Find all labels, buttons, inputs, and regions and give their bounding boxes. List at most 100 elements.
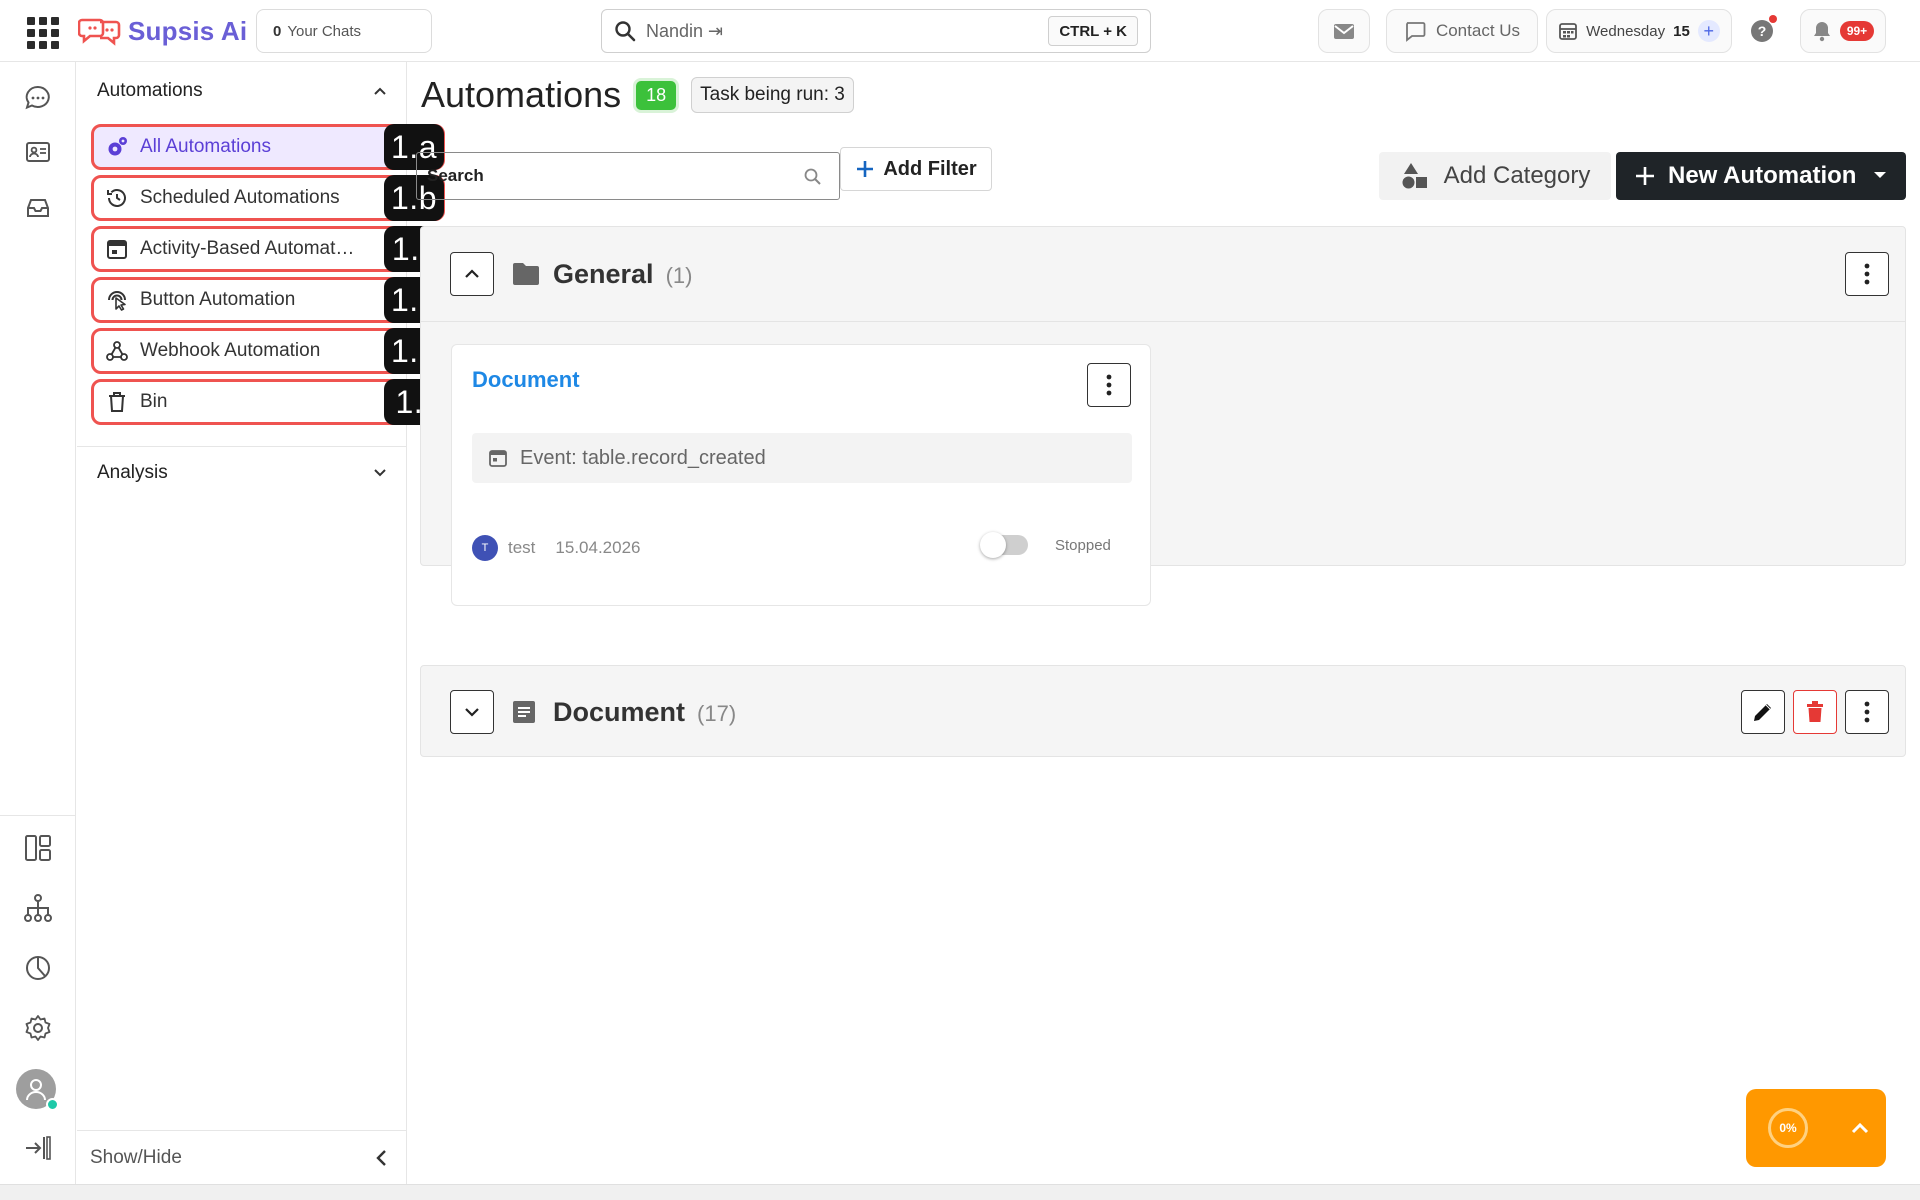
inbox-icon[interactable] — [20, 190, 56, 226]
flow-tree-icon[interactable] — [20, 890, 56, 926]
sidebar-item-webhook-automation[interactable]: Webhook Automation 1.e — [91, 328, 445, 374]
page-title: Automations — [421, 74, 622, 115]
settings-gear-icon[interactable] — [20, 1010, 56, 1046]
your-chats-button[interactable]: 0 Your Chats — [256, 9, 432, 53]
dropdown-caret-icon[interactable] — [1874, 172, 1886, 178]
analytics-icon[interactable] — [20, 950, 56, 986]
user-avatar-icon[interactable] — [16, 1069, 59, 1111]
webhook-icon — [104, 338, 130, 364]
sidebar-item-button-automation[interactable]: Button Automation 1.d — [91, 277, 445, 323]
logout-icon[interactable] — [20, 1130, 56, 1166]
add-category-button[interactable]: Add Category — [1379, 152, 1611, 200]
delete-group-button[interactable] — [1793, 690, 1837, 734]
card-more-options-button[interactable] — [1087, 363, 1131, 407]
automation-card-title[interactable]: Document — [472, 367, 580, 393]
contact-us-button[interactable]: Contact Us — [1386, 9, 1538, 53]
event-trigger-box: Event: table.record_created — [472, 433, 1132, 483]
edit-group-button[interactable] — [1741, 690, 1785, 734]
add-category-label: Add Category — [1443, 162, 1591, 189]
automation-status-text: Stopped — [1055, 537, 1111, 554]
shapes-icon — [1402, 163, 1427, 189]
chevron-up-icon — [374, 87, 386, 95]
expand-group-button[interactable] — [450, 690, 494, 734]
sidebar-item-bin[interactable]: Bin 1.f — [91, 379, 445, 425]
group-more-options-button[interactable] — [1845, 252, 1889, 296]
sidebar-item-all-automations[interactable]: All Automations 1.a — [91, 124, 445, 170]
automation-search-box — [416, 152, 840, 200]
message-icon — [1406, 22, 1426, 42]
chevron-down-icon — [465, 708, 479, 717]
card-date: 15.04.2026 — [555, 538, 641, 557]
group-more-options-button[interactable] — [1845, 690, 1889, 734]
pencil-icon — [1754, 704, 1771, 721]
event-trigger-text: Event: table.record_created — [520, 446, 766, 469]
chat-bubble-icon[interactable] — [20, 80, 56, 116]
brand-name: Supsis Ai — [128, 15, 248, 46]
add-filter-button[interactable]: Add Filter — [840, 147, 992, 191]
bell-icon — [1813, 22, 1830, 42]
collapse-group-button[interactable] — [450, 252, 494, 296]
app-grid-icon[interactable] — [24, 14, 59, 49]
card-footer: T test 15.04.2026 Stopped — [472, 532, 1112, 563]
global-search-value: Nandin ⇥ — [646, 20, 724, 41]
date-day: Wednesday — [1586, 22, 1666, 40]
automations-section-title: Automations — [97, 80, 203, 101]
group-name-text: General — [553, 258, 654, 289]
more-vertical-icon — [1106, 374, 1112, 396]
sidebar-item-label: All Automations — [140, 136, 271, 157]
sidebar-item-activity-based-automations[interactable]: Activity-Based Automat… 1.c — [91, 226, 445, 272]
sidebar-item-scheduled-automations[interactable]: Scheduled Automations 1.b — [91, 175, 445, 221]
dashboard-icon[interactable] — [20, 830, 56, 866]
progress-percent: 0% — [1779, 1121, 1797, 1135]
new-automation-button[interactable]: New Automation — [1616, 152, 1906, 200]
search-icon — [804, 168, 821, 185]
chats-count: 0 — [273, 22, 282, 40]
search-shortcut-hint: CTRL + K — [1048, 16, 1138, 46]
sidebar-item-label: Activity-Based Automat… — [140, 238, 355, 259]
history-clock-icon — [104, 185, 130, 211]
analysis-section-title: Analysis — [97, 462, 168, 483]
brand-logo[interactable]: Supsis Ai — [78, 12, 247, 50]
automation-group-document: Document (17) — [420, 665, 1906, 757]
progress-widget[interactable]: 0% — [1746, 1089, 1886, 1167]
automations-section-header[interactable]: Automations — [97, 76, 387, 106]
analysis-section-header[interactable]: Analysis — [97, 458, 387, 488]
show-hide-label: Show/Hide — [90, 1146, 182, 1168]
chevron-down-icon — [374, 469, 386, 477]
chevron-left-icon — [376, 1149, 386, 1166]
help-button[interactable]: ? — [1740, 9, 1784, 53]
notifications-count-badge: 99+ — [1839, 21, 1875, 41]
add-filter-label: Add Filter — [883, 157, 977, 180]
mail-icon — [1334, 24, 1354, 39]
automation-search-input[interactable] — [427, 166, 787, 186]
group-header: General (1) — [421, 227, 1905, 321]
automation-status-toggle[interactable] — [980, 532, 1028, 558]
automation-group-general: General (1) Document Event: table.record_… — [420, 226, 1906, 606]
main-content: Automations 18 Task being run: 3 Add Fil… — [408, 62, 1920, 1184]
calendar-grid-icon — [1559, 23, 1578, 40]
contact-card-icon[interactable] — [20, 134, 56, 170]
show-hide-toggle[interactable]: Show/Hide — [77, 1130, 407, 1184]
chats-label: Your Chats — [287, 22, 362, 40]
help-label: ? — [1757, 23, 1767, 39]
chevron-up-icon — [465, 269, 479, 278]
help-icon: ? — [1751, 15, 1777, 42]
sidebar-item-label: Scheduled Automations — [140, 187, 340, 208]
group-count: (17) — [697, 700, 737, 726]
calendar-date-button[interactable]: Wednesday 15 + — [1546, 9, 1732, 53]
mail-button[interactable] — [1318, 9, 1370, 53]
add-event-plus-icon[interactable]: + — [1697, 20, 1720, 42]
automation-card[interactable]: Document Event: table.record_created T t… — [451, 344, 1151, 606]
touch-click-icon — [104, 287, 130, 313]
sidebar-item-label: Bin — [140, 391, 168, 412]
automation-count-badge: 18 — [633, 77, 680, 113]
global-search-input[interactable]: Nandin ⇥ CTRL + K — [601, 9, 1151, 53]
more-vertical-icon — [1864, 263, 1870, 285]
notifications-button[interactable]: 99+ — [1800, 9, 1886, 53]
calendar-icon — [489, 450, 507, 467]
automations-side-panel: Automations All Automations 1.a Schedule… — [77, 62, 445, 1184]
top-bar: Supsis Ai 0 Your Chats Nandin ⇥ CTRL + K… — [0, 0, 1920, 62]
calendar-icon — [104, 236, 130, 262]
contact-us-label: Contact Us — [1435, 21, 1521, 40]
chat-bubbles-logo-icon — [78, 18, 121, 46]
